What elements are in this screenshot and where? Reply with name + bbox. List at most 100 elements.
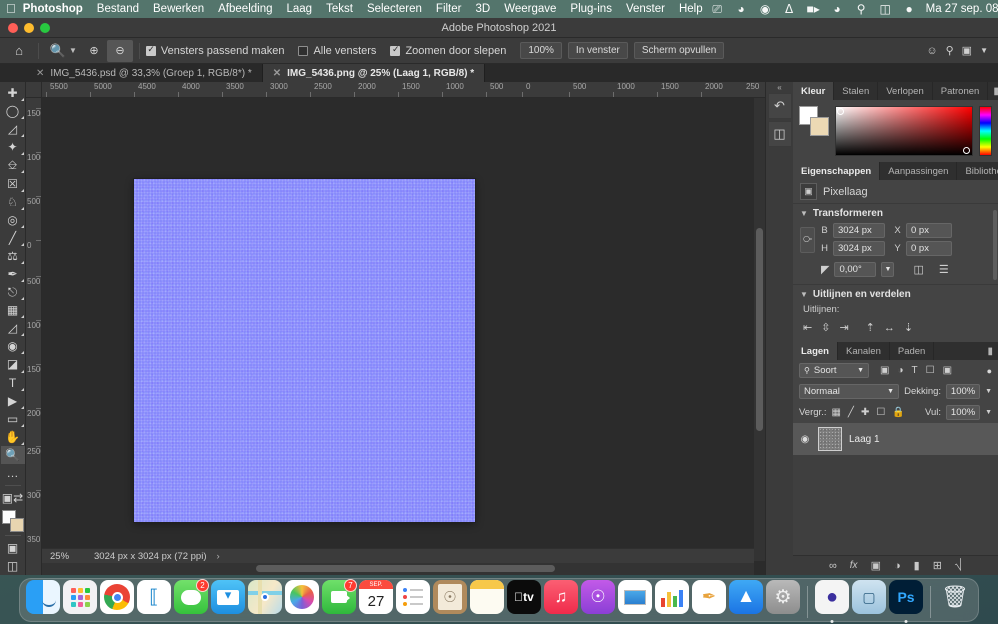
dock-item-pages[interactable]: ✒: [692, 580, 726, 618]
dock-item-contacts[interactable]: ☉: [433, 580, 467, 618]
lock-image-icon[interactable]: ╱: [848, 407, 854, 418]
align-left-icon[interactable]: ⇤: [803, 321, 812, 334]
flip-horizontal-icon[interactable]: ◫: [913, 263, 923, 276]
airplay-icon[interactable]: ◫: [878, 0, 893, 18]
opacity-value[interactable]: 100%: [946, 384, 981, 399]
delete-layer-icon[interactable]: ⎷: [955, 559, 962, 572]
dock-item-appletv[interactable]: tv: [507, 580, 541, 618]
filter-smart-object-icon[interactable]: ▣: [943, 365, 952, 376]
angle-field[interactable]: 0,00°: [834, 262, 877, 277]
transform-section-header[interactable]: ▼ Transformeren: [793, 204, 998, 223]
chevron-down-icon[interactable]: ▼: [800, 290, 808, 299]
layer-mask-icon[interactable]: ▣: [871, 559, 881, 572]
quick-mask-icon[interactable]: ▣: [1, 539, 25, 557]
height-field[interactable]: 3024 px: [833, 241, 885, 256]
document-dimensions[interactable]: 3024 px x 3024 px (72 ppi): [88, 551, 207, 562]
color-swatches[interactable]: [1, 509, 25, 533]
tab-kanalen[interactable]: Kanalen: [838, 342, 890, 360]
menu-item-3d[interactable]: 3D: [468, 0, 497, 18]
new-layer-icon[interactable]: ⊞: [933, 559, 942, 572]
checkbox-alle-vensters[interactable]: Alle vensters: [298, 45, 376, 57]
checkbox-zoomen-door-slepen[interactable]: Zoomen door slepen: [390, 44, 506, 57]
x-field[interactable]: 0 px: [906, 223, 952, 238]
search-icon[interactable]: ⚲: [946, 44, 954, 57]
apple-menu-icon[interactable]: : [6, 0, 16, 18]
chevron-down-icon[interactable]: ▼: [69, 46, 77, 55]
y-field[interactable]: 0 px: [906, 241, 952, 256]
color-field[interactable]: [835, 106, 973, 156]
battery-icon[interactable]: ■▸: [806, 0, 821, 18]
creative-cloud-icon[interactable]: ◕: [734, 0, 749, 18]
align-top-icon[interactable]: ⇡: [866, 321, 875, 334]
zoom-out-icon[interactable]: ⊖: [106, 39, 133, 62]
status-menu-arrow-icon[interactable]: ›: [207, 551, 220, 562]
fx-icon[interactable]: fx: [850, 560, 858, 571]
wifi-icon[interactable]: ◕: [830, 0, 845, 18]
document-tab-psd[interactable]: ✕ IMG_5436.psd @ 33,3% (Groep 1, RGB/8*)…: [26, 64, 263, 82]
home-icon[interactable]: ⌂: [6, 40, 32, 62]
filter-pixel-icon[interactable]: ▣: [880, 365, 889, 376]
dock-item-notes[interactable]: [470, 580, 504, 618]
menu-item-bewerken[interactable]: Bewerken: [146, 0, 211, 18]
checkbox-box[interactable]: [298, 45, 309, 56]
menu-item-venster[interactable]: Venster: [619, 0, 672, 18]
align-center-horizontal-icon[interactable]: ⇳: [821, 321, 830, 334]
filter-shape-icon[interactable]: ☐: [926, 365, 935, 376]
layer-name[interactable]: Laag 1: [849, 434, 880, 445]
brush-tool[interactable]: ╱: [1, 229, 25, 247]
zoom-100-button[interactable]: 100%: [520, 42, 562, 59]
menu-item-filter[interactable]: Filter: [429, 0, 469, 18]
align-section-header[interactable]: ▼ Uitlijnen en verdelen: [793, 284, 998, 304]
dock-item-trash[interactable]: 🗑: [938, 580, 972, 618]
collapse-panels-icon[interactable]: «: [777, 83, 781, 93]
zoom-level[interactable]: 25%: [42, 551, 88, 562]
dock-item-preview[interactable]: ▢: [852, 580, 886, 618]
marquee-tool[interactable]: ◯: [1, 102, 25, 120]
layer-row-laag-1[interactable]: ◉ Laag 1: [793, 423, 998, 455]
canvas-vertical-scrollbar[interactable]: [754, 98, 765, 561]
dock-item-calendar[interactable]: SEP. 27: [359, 580, 393, 618]
link-dimensions-icon[interactable]: ⧂: [800, 226, 815, 253]
layer-filter-select[interactable]: ⚲ Soort ▼: [799, 363, 869, 378]
path-selection-tool[interactable]: ▶: [1, 392, 25, 410]
dock-item-appstore[interactable]: ▲: [729, 580, 763, 618]
pen-tool[interactable]: ◪: [1, 355, 25, 373]
flip-vertical-icon[interactable]: ☰: [939, 263, 949, 276]
filter-type-icon[interactable]: T: [912, 365, 918, 376]
gradient-tool[interactable]: ▦: [1, 301, 25, 319]
document-tab-png[interactable]: ✕ IMG_5436.png @ 25% (Laag 1, RGB/8) *: [262, 64, 486, 82]
background-color-swatch[interactable]: [810, 117, 829, 136]
eraser-tool[interactable]: ⎋: [1, 283, 25, 301]
chevron-down-icon[interactable]: ▼: [980, 46, 988, 55]
tab-paden[interactable]: Paden: [890, 342, 935, 360]
align-center-vertical-icon[interactable]: ↔: [884, 322, 895, 334]
panel-menu-icon[interactable]: ▮: [988, 82, 998, 100]
document-canvas[interactable]: [134, 179, 475, 522]
lock-all-icon[interactable]: 🔒: [892, 407, 904, 418]
dock-item-chrome[interactable]: [100, 580, 134, 618]
checkbox-box[interactable]: [145, 44, 156, 56]
dock-item-system-preferences[interactable]: ⚙: [766, 580, 800, 618]
tab-lagen[interactable]: Lagen: [793, 342, 838, 360]
menu-item-plugins[interactable]: Plug-ins: [563, 0, 619, 18]
share-icon[interactable]: ☺: [926, 45, 937, 57]
dock-item-finder[interactable]: [26, 580, 60, 618]
properties-panel-scrollbar[interactable]: [993, 210, 997, 280]
width-field[interactable]: 3024 px: [833, 223, 885, 238]
time-machine-icon[interactable]: ◉: [758, 0, 773, 18]
layer-thumbnail[interactable]: [818, 427, 842, 451]
screen-mode-icon[interactable]: ◫: [1, 557, 25, 575]
tab-kleur[interactable]: Kleur: [793, 82, 835, 100]
align-bottom-icon[interactable]: ⇣: [904, 321, 913, 334]
ruler-corner[interactable]: [26, 82, 42, 98]
tab-patronen[interactable]: Patronen: [933, 82, 989, 100]
dock-item-photos[interactable]: [285, 580, 319, 618]
tab-stalen[interactable]: Stalen: [834, 82, 879, 100]
dock-item-launchpad[interactable]: [63, 580, 97, 618]
spot-healing-tool[interactable]: ◎: [1, 211, 25, 229]
fill-value[interactable]: 100%: [946, 405, 981, 420]
bluetooth-icon[interactable]: ᐃ: [782, 0, 797, 18]
lock-artboard-icon[interactable]: ☐: [876, 407, 885, 418]
background-color-swatch[interactable]: [9, 518, 24, 533]
menu-item-laag[interactable]: Laag: [280, 0, 320, 18]
